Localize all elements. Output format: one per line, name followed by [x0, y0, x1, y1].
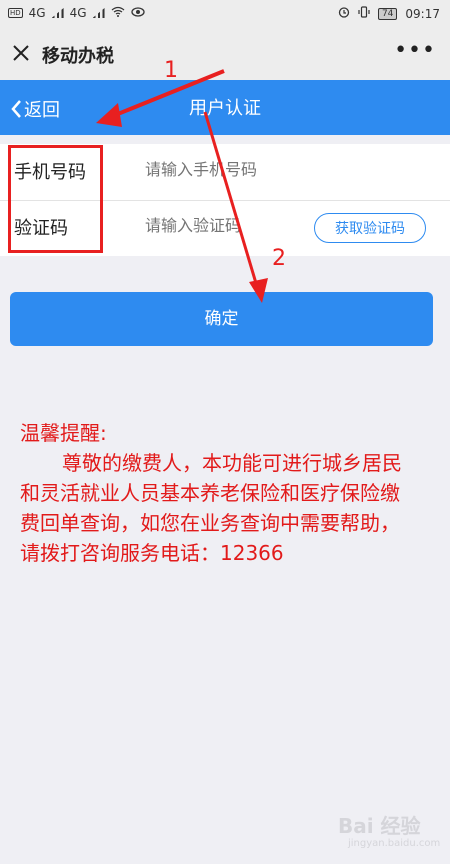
phone-input[interactable]	[145, 160, 325, 179]
notice-title: 温馨提醒:	[20, 421, 107, 445]
status-left: HD 4G 4G	[8, 6, 145, 20]
highlight-box	[8, 145, 103, 253]
status-bar: HD 4G 4G 74 09:17	[0, 0, 450, 30]
notice-body: 尊敬的缴费人，本功能可进行城乡居民和灵活就业人员基本养老保险和医疗保险缴费回单查…	[20, 451, 402, 565]
get-code-button[interactable]: 获取验证码	[314, 213, 426, 243]
annotation-marker-1: 1	[164, 58, 178, 83]
status-right: 74 09:17	[338, 6, 440, 21]
page-title: 用户认证	[189, 98, 261, 119]
alarm-icon	[338, 6, 350, 21]
signal-icon-2	[92, 8, 105, 18]
code-input[interactable]	[145, 216, 325, 235]
network-label-1: 4G	[28, 6, 46, 20]
watermark-logo: Bai 经验	[338, 814, 421, 838]
network-label-2: 4G	[69, 6, 87, 20]
wifi-icon	[111, 6, 125, 20]
app-header: 移动办税 •••	[0, 30, 450, 80]
more-menu-button[interactable]: •••	[394, 38, 436, 63]
notice: 温馨提醒: 尊敬的缴费人，本功能可进行城乡居民和灵活就业人员基本养老保险和医疗保…	[20, 418, 412, 568]
close-icon[interactable]	[12, 40, 38, 66]
hd-icon: HD	[8, 8, 23, 18]
signal-icon	[51, 8, 64, 18]
clock: 09:17	[405, 6, 440, 21]
annotation-marker-2: 2	[272, 246, 286, 271]
app-title: 移动办税	[42, 46, 114, 67]
confirm-button[interactable]: 确定	[10, 292, 433, 346]
eye-icon	[130, 6, 145, 20]
vibrate-icon	[358, 6, 370, 21]
nav-bar: 返回 用户认证	[0, 80, 450, 135]
watermark-url: jingyan.baidu.com	[348, 838, 441, 849]
battery-indicator: 74	[377, 7, 398, 20]
